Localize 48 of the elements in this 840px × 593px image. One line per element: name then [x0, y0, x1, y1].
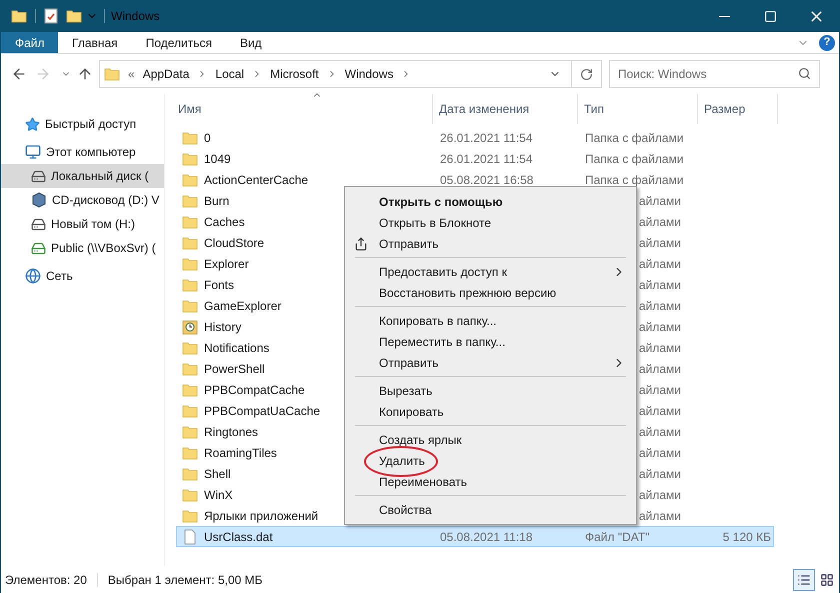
date-cell: 05.08.2021 11:18	[440, 530, 533, 544]
window-title: Windows	[111, 8, 160, 25]
type-cell: айлами	[639, 214, 682, 228]
type-cell: айлами	[639, 340, 682, 354]
file-name: PowerShell	[204, 360, 265, 378]
type-cell: айлами	[639, 236, 682, 250]
type-cell: Папка с файлами	[585, 130, 684, 144]
file-name: Burn	[204, 192, 230, 210]
selection-info: Выбран 1 элемент: 5,00 МБ	[108, 572, 263, 588]
type-cell: айлами	[639, 362, 682, 376]
type-cell: айлами	[639, 466, 682, 480]
type-cell: айлами	[639, 278, 682, 292]
type-cell: айлами	[639, 256, 682, 270]
file-name: Caches	[204, 214, 245, 230]
file-name: History	[204, 318, 242, 336]
file-name: Fonts	[204, 276, 234, 294]
type-cell: айлами	[639, 320, 682, 334]
type-cell: айлами	[639, 508, 682, 522]
type-cell: айлами	[639, 488, 682, 502]
date-cell: 26.01.2021 11:54	[440, 152, 533, 166]
file-name: 1049	[204, 150, 231, 168]
size-cell: 5 120 КБ	[722, 530, 771, 544]
type-cell: айлами	[639, 446, 682, 460]
type-cell: айлами	[639, 404, 682, 418]
file-name: PPBCompatCache	[204, 382, 305, 398]
file-name: UsrClass.dat	[204, 528, 273, 546]
file-name: Explorer	[204, 256, 249, 272]
file-name: Ярлыки приложений	[204, 508, 318, 524]
type-cell: айлами	[639, 382, 682, 396]
file-name: PPBCompatUaCache	[204, 402, 320, 420]
file-name: RoamingTiles	[204, 444, 277, 462]
file-name: WinX	[204, 486, 233, 504]
item-count: Элементов: 20	[5, 572, 87, 588]
type-cell: айлами	[639, 424, 682, 438]
file-name: Ringtones	[204, 424, 258, 440]
date-cell: 05.08.2021 16:58	[440, 172, 534, 186]
type-cell: Папка с файлами	[585, 172, 684, 186]
file-name: CloudStore	[204, 234, 264, 252]
date-cell: 26.01.2021 11:54	[440, 130, 533, 144]
type-cell: айлами	[639, 298, 682, 312]
file-name: 0	[204, 130, 211, 146]
type-cell: Папка с файлами	[585, 152, 684, 166]
type-cell: Файл "DAT"	[585, 530, 650, 544]
type-cell: айлами	[639, 194, 682, 208]
file-name: Notifications	[204, 340, 270, 356]
file-name: ActionCenterCache	[204, 172, 308, 188]
file-name: GameExplorer	[204, 298, 282, 314]
file-name: Shell	[204, 466, 231, 482]
